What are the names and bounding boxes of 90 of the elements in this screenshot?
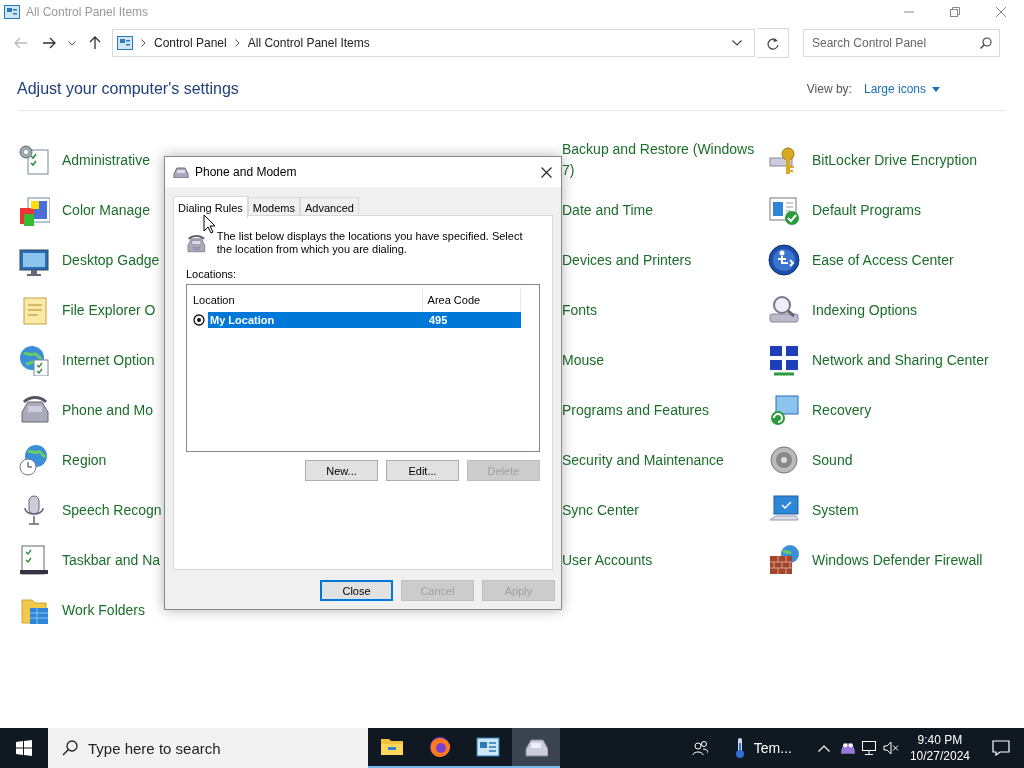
control-panel-link[interactable]: BitLocker Drive Encryption bbox=[812, 149, 977, 171]
control-panel-icon bbox=[4, 5, 20, 19]
search-field[interactable]: Search Control Panel bbox=[803, 29, 1000, 57]
refresh-button[interactable] bbox=[757, 28, 789, 58]
people-icon bbox=[691, 740, 708, 756]
accessibility-icon[interactable] bbox=[768, 244, 800, 276]
network-computers-icon[interactable] bbox=[768, 344, 800, 376]
address-bar[interactable]: Control Panel All Control Panel Items bbox=[112, 29, 755, 57]
control-panel-link[interactable]: User Accounts bbox=[562, 549, 653, 571]
control-panel-link[interactable]: Fonts bbox=[562, 299, 597, 321]
back-arrow-icon bbox=[14, 37, 28, 49]
color-palette-icon[interactable] bbox=[18, 194, 50, 226]
control-panel-link[interactable]: Backup and Restore (Windows 7) bbox=[562, 139, 762, 181]
control-panel-link[interactable]: Windows Defender Firewall bbox=[812, 549, 983, 571]
tab[interactable]: Advanced bbox=[300, 197, 359, 217]
view-by-dropdown[interactable]: Large icons bbox=[863, 82, 940, 96]
taskbar-search-field[interactable]: Type here to search bbox=[48, 728, 368, 768]
control-panel-link[interactable]: Desktop Gadge bbox=[62, 249, 160, 271]
control-panel-link[interactable]: Taskbar and Na bbox=[62, 549, 161, 571]
dialog-button[interactable]: New... bbox=[305, 460, 378, 481]
windows-logo-icon bbox=[16, 740, 32, 756]
speaker-icon[interactable] bbox=[768, 444, 800, 476]
control-panel-link[interactable]: Administrative bbox=[62, 149, 150, 171]
chevron-up-icon bbox=[817, 744, 830, 752]
control-panel-link[interactable]: Indexing Options bbox=[812, 299, 918, 321]
description-text: The list below displays the locations you have specified. Select the location from which you are dialing. bbox=[216, 230, 524, 256]
control-panel-link[interactable]: Mouse bbox=[562, 349, 605, 371]
up-arrow-icon bbox=[89, 36, 101, 50]
dropdown-icon[interactable] bbox=[732, 40, 742, 46]
close-icon bbox=[996, 7, 1006, 17]
control-panel-link[interactable]: Ease of Access Center bbox=[812, 249, 954, 271]
breadcrumb[interactable]: All Control Panel Items bbox=[247, 36, 370, 50]
network-monitor-icon bbox=[860, 740, 877, 756]
clock-button[interactable]: 9:40 PM 10/27/2024 bbox=[901, 732, 978, 764]
globe-clock-icon[interactable] bbox=[18, 444, 50, 476]
control-panel-link[interactable]: Sync Center bbox=[562, 499, 640, 521]
control-panel-link[interactable]: Work Folders bbox=[62, 599, 145, 621]
dialog-button[interactable]: Edit... bbox=[386, 460, 459, 481]
control-panel-link[interactable]: Date and Time bbox=[562, 199, 654, 221]
restore-icon bbox=[950, 7, 960, 17]
control-panel-link[interactable]: System bbox=[812, 499, 859, 521]
creature-icon bbox=[840, 742, 855, 754]
taskbar-settings-icon[interactable] bbox=[18, 544, 50, 576]
control-panel-link[interactable]: Devices and Printers bbox=[562, 249, 692, 271]
control-panel-icon bbox=[476, 735, 500, 759]
column-header[interactable]: Location bbox=[193, 289, 423, 311]
speech-bubble-icon bbox=[992, 740, 1010, 756]
thermometer-icon bbox=[733, 737, 746, 759]
magnifier-drive-icon[interactable] bbox=[768, 294, 800, 326]
page-heading: Adjust your computer's settings bbox=[17, 80, 239, 98]
brick-wall-globe-icon[interactable] bbox=[768, 544, 800, 576]
search-icon bbox=[62, 740, 78, 756]
control-panel-link[interactable]: Security and Maintenance bbox=[562, 449, 724, 471]
dropdown-icon bbox=[932, 86, 940, 92]
refresh-icon bbox=[766, 36, 779, 50]
chevron-down-icon bbox=[68, 40, 76, 46]
control-panel-link[interactable]: Network and Sharing Center bbox=[812, 349, 989, 371]
dialog-title: Phone and Modem bbox=[195, 165, 297, 179]
tools-icon[interactable] bbox=[18, 144, 50, 176]
dialog-button[interactable]: Close bbox=[320, 580, 393, 601]
list-row[interactable]: My Location 495 bbox=[208, 312, 521, 328]
control-panel-link[interactable]: Speech Recogn bbox=[62, 499, 162, 521]
control-panel-link[interactable]: Phone and Mo bbox=[62, 399, 154, 421]
chevron-right-icon bbox=[234, 39, 240, 47]
control-panel-icon bbox=[117, 36, 133, 50]
list-label: Locations: bbox=[186, 268, 238, 280]
muted-speaker-icon bbox=[882, 740, 899, 756]
control-panel-link[interactable]: Programs and Features bbox=[562, 399, 710, 421]
breadcrumb[interactable]: Control Panel bbox=[154, 36, 227, 50]
monitor-recovery-icon[interactable] bbox=[768, 394, 800, 426]
search-icon bbox=[980, 37, 992, 49]
chevron-right-icon bbox=[141, 39, 146, 47]
control-panel-link[interactable]: File Explorer O bbox=[62, 299, 156, 321]
forward-arrow-icon bbox=[42, 37, 56, 49]
tab[interactable]: Dialing Rules bbox=[173, 196, 248, 218]
locations-list[interactable]: Location Area Code My Location 495 bbox=[186, 284, 540, 452]
globe-checklist-icon[interactable] bbox=[18, 344, 50, 376]
window-title: All Control Panel Items bbox=[26, 5, 149, 19]
close-icon bbox=[540, 166, 552, 178]
control-panel-link[interactable]: Sound bbox=[812, 449, 853, 471]
weather-button[interactable]: Tem... bbox=[725, 728, 800, 768]
taskbar-app-button[interactable] bbox=[512, 728, 560, 768]
control-panel-link[interactable]: Recovery bbox=[812, 399, 872, 421]
control-panel-link[interactable]: Internet Option bbox=[62, 349, 155, 371]
view-by-label: View by: bbox=[806, 82, 852, 96]
control-panel-link[interactable]: Default Programs bbox=[812, 199, 921, 221]
control-panel-link[interactable]: Color Manage bbox=[62, 199, 150, 221]
window-checkmark-icon[interactable] bbox=[768, 194, 800, 226]
column-header[interactable]: Area Code bbox=[422, 289, 521, 311]
control-panel-link[interactable]: Region bbox=[62, 449, 107, 471]
